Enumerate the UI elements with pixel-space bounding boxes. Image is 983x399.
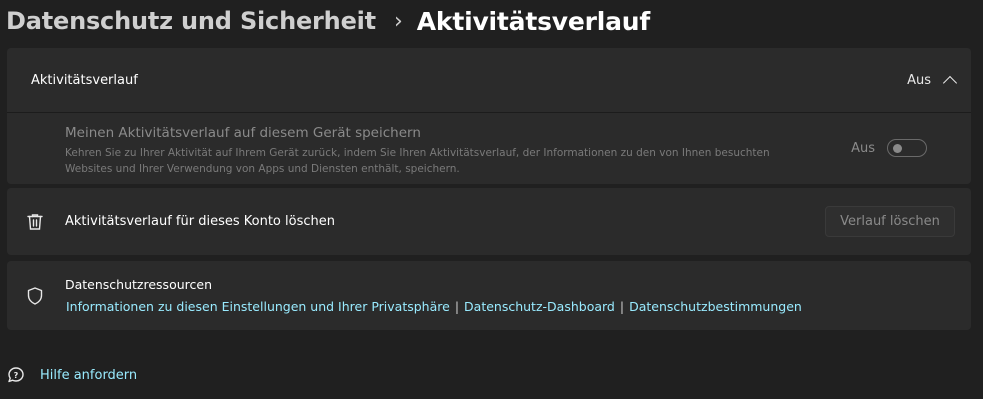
svg-text:?: ?: [14, 371, 19, 380]
privacy-info-link[interactable]: Informationen zu diesen Einstellungen un…: [66, 299, 450, 314]
activity-history-header[interactable]: Aktivitätsverlauf Aus: [7, 48, 971, 113]
activity-history-state: Aus: [907, 72, 931, 88]
breadcrumb: Datenschutz und Sicherheit › Aktivitätsv…: [6, 2, 650, 40]
privacy-resources-title: Datenschutzressourcen: [65, 277, 212, 292]
help-section: ? Hilfe anfordern: [6, 365, 137, 385]
get-help-link[interactable]: Hilfe anfordern: [40, 368, 137, 383]
page-title: Aktivitätsverlauf: [416, 6, 651, 36]
breadcrumb-separator: ›: [393, 8, 403, 34]
delete-history-card: Aktivitätsverlauf für dieses Konto lösch…: [7, 188, 971, 255]
activity-history-card: Aktivitätsverlauf Aus Meinen Aktivitätsv…: [7, 48, 971, 184]
privacy-statement-link[interactable]: Datenschutzbestimmungen: [629, 299, 802, 314]
store-activity-description: Kehren Sie zu Ihrer Aktivität auf Ihrem …: [65, 147, 770, 175]
store-activity-title: Meinen Aktivitätsverlauf auf diesem Gerä…: [65, 125, 421, 141]
activity-history-header-status: Aus: [907, 72, 958, 91]
store-activity-toggle[interactable]: [887, 139, 927, 157]
chevron-up-icon[interactable]: [942, 75, 958, 91]
activity-history-title: Aktivitätsverlauf: [31, 72, 138, 88]
privacy-links: Informationen zu diesen Einstellungen un…: [66, 299, 802, 314]
help-chat-icon: ?: [8, 367, 24, 383]
privacy-resources-card: Datenschutzressourcen Informationen zu d…: [7, 261, 971, 330]
link-separator: |: [619, 299, 625, 314]
store-activity-setting-row: Meinen Aktivitätsverlauf auf diesem Gerä…: [7, 113, 971, 183]
clear-history-button[interactable]: Verlauf löschen: [825, 206, 955, 237]
store-activity-control: Aus: [851, 139, 927, 157]
trash-icon: [27, 213, 43, 230]
delete-history-label: Aktivitätsverlauf für dieses Konto lösch…: [65, 214, 335, 229]
link-separator: |: [454, 299, 460, 314]
breadcrumb-parent[interactable]: Datenschutz und Sicherheit: [6, 7, 376, 35]
store-activity-state: Aus: [851, 140, 875, 156]
shield-icon: [27, 287, 43, 305]
toggle-knob: [893, 144, 902, 153]
privacy-dashboard-link[interactable]: Datenschutz-Dashboard: [464, 299, 615, 314]
